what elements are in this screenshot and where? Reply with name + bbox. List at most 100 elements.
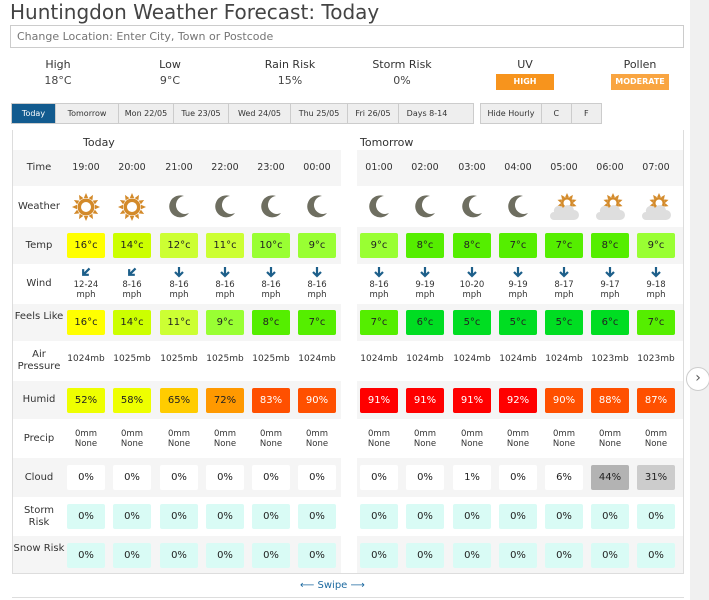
wind-unit: mph <box>646 290 666 300</box>
precip-cell: 0mm None <box>452 429 492 449</box>
snow-risk-cell: 0% <box>298 542 336 568</box>
temp-cell: 7°c <box>499 233 537 258</box>
row-label-weather: Weather <box>17 200 61 212</box>
feels-like-cell: 11°c <box>160 310 198 335</box>
wind-arrow-icon <box>112 266 152 280</box>
location-search-input[interactable] <box>10 25 684 48</box>
humidity-cell: 90% <box>545 387 583 413</box>
pressure-cell: 1024mb <box>406 354 444 364</box>
wind-speed: 12-24 mph <box>66 280 106 300</box>
precip-type: None <box>413 438 437 449</box>
tab-thu-25-05[interactable]: Thu 25/05 <box>291 104 348 123</box>
tab-tue-23-05[interactable]: Tue 23/05 <box>174 104 229 123</box>
wind-speed: 9-19 mph <box>498 280 538 300</box>
humidity-cell: 72% <box>206 387 244 413</box>
wind-speed: 8-16 mph <box>359 280 399 300</box>
snow-risk-cell: 0% <box>499 542 537 568</box>
summary-label: Rain Risk <box>264 58 316 71</box>
wind-unit: mph <box>462 290 482 300</box>
tab-wed-24-05[interactable]: Wed 24/05 <box>229 104 291 123</box>
snow-risk-cell: 0% <box>360 542 398 568</box>
sun-cloud-icon <box>544 192 584 222</box>
row-label-feels-like: Feels Like <box>14 310 64 322</box>
precip-amount: 0mm <box>306 428 328 439</box>
row-label-time: Time <box>26 162 52 173</box>
tab-c[interactable]: C <box>542 104 572 123</box>
pressure-cell: 1024mb <box>67 354 105 364</box>
precip-cell: 0mm None <box>544 429 584 449</box>
precip-cell: 0mm None <box>112 429 152 449</box>
feels-like-cell: 6°c <box>406 310 444 335</box>
time-cell: 01:00 <box>365 162 393 173</box>
tab-days-8-14[interactable]: Days 8-14 <box>399 104 455 123</box>
cloud-cell: 44% <box>591 465 629 490</box>
time-cell: 00:00 <box>303 162 331 173</box>
storm-risk-cell: 0% <box>67 504 105 529</box>
tab-tomorrow[interactable]: Tomorrow <box>56 104 119 123</box>
snow-risk-cell: 0% <box>545 542 583 568</box>
wind-arrow-icon <box>636 266 676 280</box>
storm-risk-cell: 0% <box>206 504 244 529</box>
wind-arrow-icon <box>297 266 337 280</box>
precip-amount: 0mm <box>461 428 483 439</box>
wind-unit: mph <box>261 290 281 300</box>
pressure-cell: 1024mb <box>298 354 336 364</box>
temp-cell: 7°c <box>545 233 583 258</box>
temp-cell: 9°c <box>637 233 675 258</box>
snow-risk-cell: 0% <box>453 542 491 568</box>
wind-unit: mph <box>76 290 96 300</box>
cloud-cell: 0% <box>206 465 244 490</box>
temp-cell: 9°c <box>360 233 398 258</box>
snow-risk-cell: 0% <box>252 542 290 568</box>
precip-type: None <box>259 438 283 449</box>
storm-risk-cell: 0% <box>360 504 398 529</box>
temp-cell: 8°c <box>453 233 491 258</box>
storm-risk-cell: 0% <box>453 504 491 529</box>
summary-label: Pollen <box>623 58 657 71</box>
page-scrollbar[interactable] <box>690 0 709 600</box>
humidity-cell: 91% <box>360 387 398 413</box>
feels-like-cell: 14°c <box>113 310 151 335</box>
moon-icon <box>452 192 492 222</box>
humidity-cell: 90% <box>298 387 336 413</box>
wind-unit: mph <box>554 290 574 300</box>
summary-low: Low 9°C <box>115 58 225 87</box>
tab-mon-22-05[interactable]: Mon 22/05 <box>119 104 174 123</box>
wind-range: 12-24 <box>73 280 99 290</box>
humidity-cell: 83% <box>252 387 290 413</box>
precip-type: None <box>305 438 329 449</box>
wind-arrow-icon <box>251 266 291 280</box>
pressure-cell: 1025mb <box>160 354 198 364</box>
wind-arrow-icon <box>205 266 245 280</box>
page-title: Huntingdon Weather Forecast: Today <box>10 0 380 24</box>
precip-type: None <box>120 438 144 449</box>
summary-storm-risk: Storm Risk 0% <box>347 58 457 87</box>
summary-label: Storm Risk <box>372 58 432 71</box>
feels-like-cell: 16°c <box>67 310 105 335</box>
tab-f[interactable]: F <box>572 104 602 123</box>
chevron-right-icon[interactable]: › <box>686 367 709 391</box>
wind-arrow-icon <box>405 266 445 280</box>
wind-arrow-icon <box>452 266 492 280</box>
moon-icon <box>159 192 199 222</box>
feels-like-cell: 7°c <box>360 310 398 335</box>
cloud-cell: 0% <box>252 465 290 490</box>
tab-fri-26-05[interactable]: Fri 26/05 <box>348 104 399 123</box>
pressure-cell: 1023mb <box>637 354 675 364</box>
hourly-forecast-table[interactable]: Time Weather Temp Wind Feels Like Air Pressur… <box>12 130 684 574</box>
snow-risk-cell: 0% <box>637 542 675 568</box>
precip-cell: 0mm None <box>359 429 399 449</box>
summary-rain-risk: Rain Risk 15% <box>235 58 345 87</box>
precip-cell: 0mm None <box>590 429 630 449</box>
tab-today[interactable]: Today <box>12 104 56 123</box>
pressure-cell: 1023mb <box>591 354 629 364</box>
wind-speed: 8-16 mph <box>205 280 245 300</box>
precip-type: None <box>460 438 484 449</box>
cloud-cell: 31% <box>637 465 675 490</box>
snow-risk-cell: 0% <box>406 542 444 568</box>
precip-amount: 0mm <box>121 428 143 439</box>
wind-range: 8-16 <box>122 280 142 290</box>
tab-hide-hourly[interactable]: Hide Hourly <box>481 104 542 123</box>
storm-risk-cell: 0% <box>591 504 629 529</box>
precip-cell: 0mm None <box>66 429 106 449</box>
